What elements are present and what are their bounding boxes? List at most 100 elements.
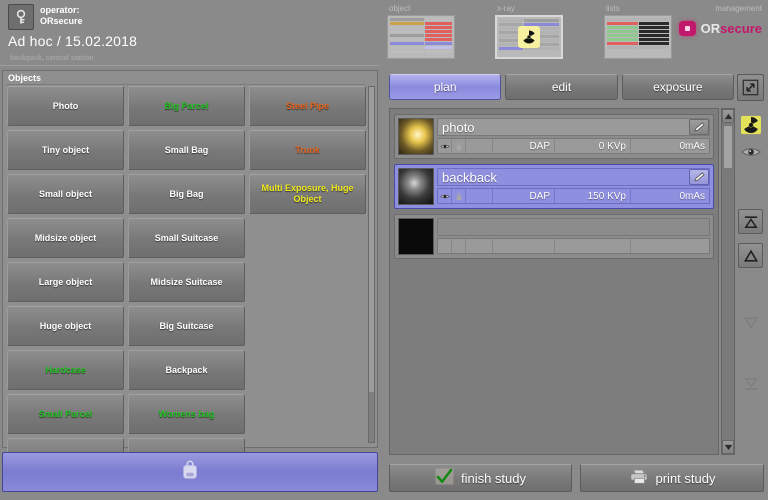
row-parameter-spacer bbox=[466, 139, 493, 153]
brand-logo: ORsecure bbox=[678, 21, 762, 36]
objects-scrollbar[interactable] bbox=[368, 86, 375, 443]
study-list-row[interactable]: photo DAP 0 KVp 0mAs bbox=[394, 114, 714, 159]
finish-study-label: finish study bbox=[460, 470, 527, 486]
radiation-warning-icon[interactable] bbox=[738, 112, 763, 137]
move-down-icon bbox=[738, 310, 763, 335]
nav-thumbnail-object-label: object bbox=[389, 4, 411, 13]
study-list-row[interactable] bbox=[394, 214, 714, 259]
eye-preview-icon[interactable] bbox=[738, 139, 763, 164]
empty-thumbnail bbox=[398, 218, 434, 255]
row-parameter-spacer bbox=[466, 239, 493, 253]
nav-thumbnail-lists-label: lists bbox=[606, 4, 620, 13]
row-mas-value bbox=[631, 239, 709, 253]
study-row-parameters: DAP 0 KVp 0mAs bbox=[437, 138, 710, 154]
object-button[interactable]: Big Bag bbox=[128, 174, 245, 214]
object-button[interactable]: Midsize Suitcase bbox=[128, 262, 245, 302]
print-study-button[interactable]: print study bbox=[580, 464, 764, 492]
scroll-up-button[interactable] bbox=[722, 109, 734, 123]
object-button[interactable]: Small Suitcase bbox=[128, 218, 245, 258]
user-key-icon bbox=[8, 4, 34, 30]
operator-label: operator: bbox=[40, 5, 80, 15]
objects-panel: Objects Photo Big Parcel Steel Pipe Tiny ob… bbox=[2, 70, 378, 478]
backpack-icon bbox=[179, 459, 201, 486]
pencil-edit-icon[interactable] bbox=[689, 119, 709, 135]
status-line: backpack, central station bbox=[10, 55, 94, 62]
row-lock-icon[interactable] bbox=[452, 189, 466, 203]
study-row-parameters bbox=[437, 238, 710, 254]
study-row-name: backback bbox=[437, 168, 710, 186]
row-lock-icon[interactable] bbox=[452, 239, 466, 253]
brand-name-secondary: secure bbox=[720, 21, 762, 36]
move-to-bottom-icon bbox=[738, 371, 763, 396]
object-button[interactable]: Small Bag bbox=[128, 130, 245, 170]
row-lock-icon[interactable] bbox=[452, 139, 466, 153]
objects-scrollbar-thumb[interactable] bbox=[369, 87, 374, 393]
nav-thumbnail-object[interactable]: object bbox=[387, 4, 455, 59]
object-button-empty-slot bbox=[249, 394, 366, 434]
nav-thumbnail-xray[interactable]: x-ray bbox=[495, 4, 563, 59]
row-dap-value bbox=[493, 239, 555, 253]
object-button[interactable]: Large object bbox=[7, 262, 124, 302]
object-button-empty-slot bbox=[249, 262, 366, 302]
header-divider bbox=[0, 65, 380, 66]
radiation-symbol-icon bbox=[518, 26, 540, 48]
object-button[interactable]: Tiny object bbox=[7, 130, 124, 170]
object-button[interactable]: Trunk bbox=[249, 130, 366, 170]
nav-thumbnail-management-label: management bbox=[715, 4, 762, 13]
row-mas-value: 0mAs bbox=[679, 190, 705, 202]
object-button[interactable]: Steel Pipe bbox=[249, 86, 366, 126]
row-visibility-icon[interactable] bbox=[438, 189, 452, 203]
row-visibility-icon[interactable] bbox=[438, 239, 452, 253]
move-to-top-icon[interactable] bbox=[738, 209, 763, 234]
object-button[interactable]: Multi Exposure, Huge Object bbox=[249, 174, 366, 214]
finish-study-button[interactable]: finish study bbox=[389, 464, 572, 492]
row-visibility-icon[interactable] bbox=[438, 139, 452, 153]
object-button-empty-slot bbox=[249, 350, 366, 390]
object-button[interactable]: Hardcase bbox=[7, 350, 124, 390]
nav-thumbnail-management[interactable]: management ORsecure bbox=[678, 4, 762, 36]
pencil-edit-icon[interactable] bbox=[689, 169, 709, 185]
object-button[interactable]: Womens bag bbox=[128, 394, 245, 434]
object-button[interactable]: Backpack bbox=[128, 350, 245, 390]
tab-edit[interactable]: edit bbox=[505, 74, 618, 100]
object-button[interactable]: Big Parcel bbox=[128, 86, 245, 126]
nav-thumbnails: object x-ray lists management ORsecure bbox=[385, 0, 768, 68]
expand-fullscreen-icon[interactable] bbox=[737, 74, 764, 101]
move-up-icon[interactable] bbox=[738, 243, 763, 268]
row-parameter-spacer bbox=[466, 189, 493, 203]
scroll-down-button[interactable] bbox=[722, 440, 734, 454]
header: operator: ORsecure Ad hoc / 15.02.2018 b… bbox=[0, 0, 768, 68]
tab-exposure[interactable]: exposure bbox=[621, 74, 734, 100]
object-button[interactable]: Midsize object bbox=[7, 218, 124, 258]
study-list: photo DAP 0 KVp 0mAs backback DAP 150 KVp 0mAs bbox=[389, 108, 719, 455]
operator-name: ORsecure bbox=[40, 16, 83, 26]
xray-thumbnail bbox=[398, 168, 434, 205]
object-button[interactable]: Small object bbox=[7, 174, 124, 214]
study-row-name bbox=[437, 218, 710, 236]
orsecure-logo-icon bbox=[678, 21, 696, 36]
row-kvp-value bbox=[555, 239, 631, 253]
page-title: Ad hoc / 15.02.2018 bbox=[8, 33, 138, 49]
objects-panel-title: Objects bbox=[8, 73, 42, 83]
object-button[interactable]: Photo bbox=[7, 86, 124, 126]
operator-block: operator: ORsecure bbox=[8, 4, 83, 30]
tab-plan[interactable]: plan bbox=[389, 74, 502, 100]
study-list-scrollbar-thumb[interactable] bbox=[723, 125, 733, 169]
green-check-icon bbox=[435, 468, 454, 488]
study-list-row[interactable]: backback DAP 150 KVp 0mAs bbox=[394, 164, 714, 209]
row-dap-value: DAP bbox=[493, 189, 555, 203]
header-left: operator: ORsecure Ad hoc / 15.02.2018 b… bbox=[0, 0, 380, 68]
row-kvp-value: 0 KVp bbox=[555, 139, 631, 153]
logo-dot bbox=[684, 26, 690, 31]
object-button-empty-slot bbox=[249, 218, 366, 258]
objects-panel-divider bbox=[6, 84, 365, 85]
object-button[interactable]: Big Suitcase bbox=[128, 306, 245, 346]
object-button-grid: Photo Big Parcel Steel Pipe Tiny object Smal… bbox=[7, 86, 366, 478]
nav-thumbnail-lists[interactable]: lists bbox=[604, 4, 672, 59]
selected-object-button[interactable] bbox=[2, 452, 378, 492]
row-kvp-value: 150 KVp bbox=[555, 189, 631, 203]
study-list-scrollbar[interactable] bbox=[721, 108, 735, 455]
object-button[interactable]: Small Parcel bbox=[7, 394, 124, 434]
row-dap-value: DAP bbox=[493, 139, 555, 153]
object-button[interactable]: Huge object bbox=[7, 306, 124, 346]
